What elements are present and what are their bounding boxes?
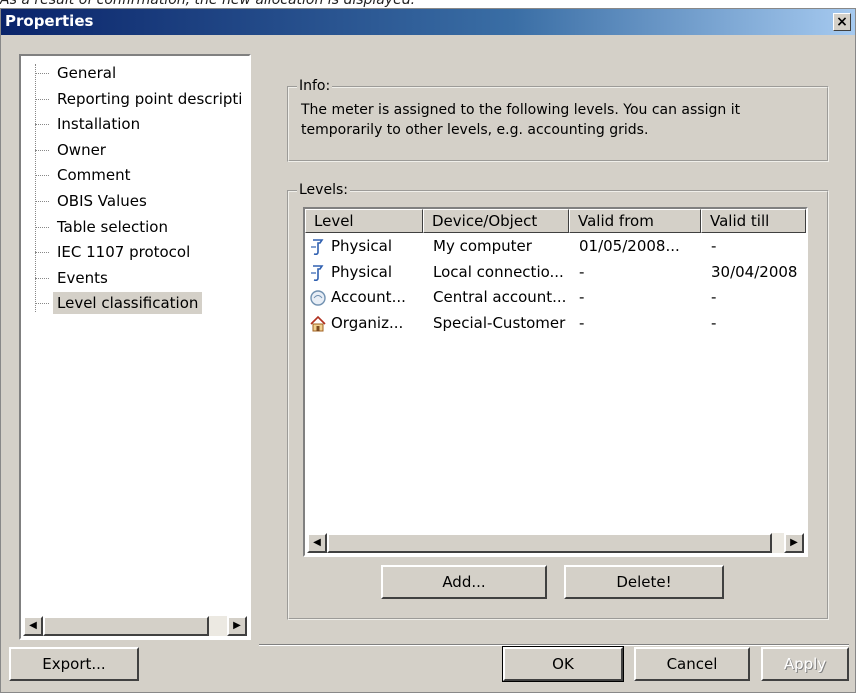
add-button-label: Add... [442, 573, 486, 591]
tree-connector [35, 226, 49, 228]
scroll-right-icon[interactable]: ▶ [784, 533, 804, 553]
device-object-cell: Central account... [433, 288, 567, 306]
tree-item[interactable]: Installation [21, 113, 249, 135]
valid-till-cell: - [711, 288, 717, 306]
accounting-level-icon [309, 289, 327, 307]
export-button[interactable]: Export... [9, 647, 139, 681]
valid-from-cell: - [579, 262, 585, 281]
tree-item[interactable]: Events [21, 267, 249, 289]
title-bar[interactable]: Properties × [1, 9, 855, 35]
info-text: The meter is assigned to the following l… [301, 102, 741, 138]
info-group: Info: The meter is assigned to the follo… [287, 78, 829, 162]
tree-item-label: Reporting point descripti [57, 89, 243, 108]
tree-horizontal-scrollbar[interactable]: ◀ ▶ [23, 616, 247, 636]
cancel-button-label: Cancel [666, 655, 718, 673]
levels-horizontal-scrollbar[interactable]: ◀ ▶ [307, 533, 804, 553]
tree-connector [35, 149, 49, 151]
close-button[interactable]: × [833, 13, 851, 31]
level-cell: Account... [331, 288, 406, 306]
tree-connector [35, 124, 49, 126]
navigation-tree[interactable]: General Reporting point descripti Installa… [19, 54, 251, 640]
scroll-thumb[interactable] [43, 616, 209, 636]
tree-item[interactable]: OBIS Values [21, 190, 249, 212]
apply-button-label: Apply [783, 655, 827, 673]
tree-connector [35, 175, 49, 177]
table-row[interactable]: Physical My computer 01/05/2008... - [305, 235, 806, 257]
tree-item[interactable]: Level classification [21, 292, 249, 315]
scroll-left-icon[interactable]: ◀ [307, 533, 327, 553]
tree-item-label: Level classification [53, 292, 203, 315]
delete-button-label: Delete! [616, 573, 672, 591]
physical-level-icon [309, 264, 327, 282]
footer-divider [259, 644, 849, 646]
scroll-left-icon[interactable]: ◀ [23, 616, 43, 636]
tree-item-label: Table selection [57, 217, 168, 236]
column-header-level[interactable]: Level [305, 209, 423, 233]
tree-item[interactable]: Owner [21, 139, 249, 161]
tree-item-label: Owner [57, 140, 106, 159]
apply-button[interactable]: Apply [761, 647, 849, 681]
tree-connector [35, 201, 49, 202]
device-object-cell: Local connectio... [433, 262, 564, 281]
caption-text: As a result of confirmation, the new all… [0, 0, 416, 8]
add-button[interactable]: Add... [381, 565, 547, 599]
organization-level-icon [309, 315, 327, 333]
levels-legend: Levels: [297, 182, 350, 198]
tree-item[interactable]: IEC 1107 protocol [21, 241, 249, 263]
level-cell: Organiz... [331, 313, 404, 332]
tree-item-label: Comment [57, 166, 131, 185]
tree-connector [35, 303, 49, 305]
physical-level-icon [309, 238, 327, 256]
valid-till-cell: - [711, 237, 717, 255]
valid-from-cell: - [579, 313, 585, 332]
tree-item-label: OBIS Values [57, 192, 147, 210]
export-button-label: Export... [42, 655, 106, 673]
tree-item-label: General [57, 64, 117, 82]
tree-item-label: Installation [57, 115, 141, 134]
tree-item-label: Events [57, 268, 108, 287]
tree-item[interactable]: Reporting point descripti [21, 88, 249, 110]
levels-list[interactable]: Level Device/Object Valid from Valid til… [303, 207, 808, 557]
scroll-right-icon[interactable]: ▶ [227, 616, 247, 636]
delete-button[interactable]: Delete! [564, 565, 724, 599]
level-cell: Physical [331, 237, 393, 255]
column-header-device-object[interactable]: Device/Object [423, 209, 569, 233]
table-row[interactable]: Physical Local connectio... - 30/04/2008 [305, 261, 806, 283]
valid-from-cell: - [579, 288, 585, 306]
valid-till-cell: 30/04/2008 [711, 262, 798, 281]
properties-dialog: Properties × General Reporting point desc… [0, 8, 856, 693]
device-object-cell: Special-Customer [433, 313, 566, 332]
table-row[interactable]: Organiz... Special-Customer - - [305, 312, 806, 334]
window-title: Properties [5, 12, 94, 30]
table-row[interactable]: Account... Central account... - - [305, 286, 806, 308]
valid-till-cell: - [711, 313, 717, 332]
tree-connector [35, 98, 49, 100]
tree-item-label: IEC 1107 protocol [57, 243, 191, 262]
tree-connector [35, 277, 49, 279]
tree-item[interactable]: Comment [21, 164, 249, 186]
level-cell: Physical [331, 262, 393, 281]
tree-item[interactable]: General [21, 62, 249, 84]
column-header-valid-from[interactable]: Valid from [569, 209, 701, 233]
column-header-valid-till[interactable]: Valid till [701, 209, 806, 233]
tree-connector [35, 252, 49, 254]
ok-button[interactable]: OK [502, 646, 624, 682]
tree-item[interactable]: Table selection [21, 216, 249, 238]
info-legend: Info: [297, 78, 333, 94]
close-icon: × [836, 14, 848, 30]
ok-button-label: OK [552, 655, 574, 673]
levels-list-header: Level Device/Object Valid from Valid til… [305, 209, 806, 233]
cancel-button[interactable]: Cancel [634, 647, 750, 681]
device-object-cell: My computer [433, 237, 532, 255]
tree-connector [35, 73, 49, 74]
scroll-thumb[interactable] [327, 533, 772, 553]
valid-from-cell: 01/05/2008... [579, 237, 680, 255]
